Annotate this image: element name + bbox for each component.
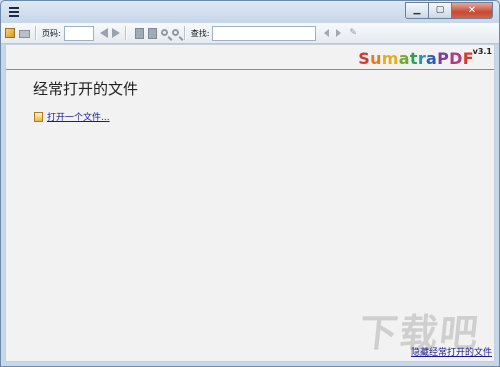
logo-letter: m xyxy=(381,49,399,68)
toolbar: 页码: 查找: ✎ xyxy=(1,23,499,44)
zoom-out-icon[interactable] xyxy=(160,28,168,36)
sumatrapdf-logo: SumatraPDF xyxy=(358,49,474,68)
start-page: SumatraPDF v3.1 经常打开的文件 打开一个文件... 下载吧 隐藏… xyxy=(5,44,495,362)
open-file-link[interactable]: 打开一个文件... xyxy=(34,110,110,123)
open-file-label: 打开一个文件... xyxy=(47,113,110,123)
find-prev-icon[interactable] xyxy=(324,29,330,37)
version-label: v3.1 xyxy=(472,47,492,56)
logo-letter: a xyxy=(398,49,410,68)
prev-page-icon[interactable] xyxy=(99,28,108,38)
window-controls: ▁ ▢ ✕ xyxy=(405,2,493,19)
find-next-icon[interactable] xyxy=(336,29,342,37)
logo-letter: P xyxy=(437,49,450,68)
fit-page-icon[interactable] xyxy=(134,27,144,39)
title-bar: ▁ ▢ ✕ xyxy=(1,1,499,21)
logo-letter: D xyxy=(449,49,463,68)
document-icon xyxy=(34,111,43,122)
logo-letter: t xyxy=(409,49,418,68)
toolbar-separator xyxy=(124,26,127,40)
page-label: 页码: xyxy=(42,28,61,38)
logo-letter: a xyxy=(426,49,438,68)
page-number-input[interactable] xyxy=(63,25,94,41)
toolbar-separator xyxy=(183,26,186,40)
logo-letter: r xyxy=(417,49,427,68)
logo-bar: SumatraPDF v3.1 xyxy=(6,45,494,70)
hide-recent-link[interactable]: 隐藏经常打开的文件 xyxy=(411,345,492,358)
maximize-button[interactable]: ▢ xyxy=(428,2,452,19)
fit-width-icon[interactable] xyxy=(147,27,157,39)
find-label: 查找: xyxy=(190,28,210,38)
zoom-in-icon[interactable] xyxy=(171,28,179,36)
app-window: ▁ ▢ ✕ 页码: 查找: ✎ SumatraPDF v3.1 经常打开的文件 xyxy=(0,0,500,367)
match-case-icon[interactable]: ✎ xyxy=(349,28,357,38)
close-button[interactable]: ✕ xyxy=(451,2,493,19)
app-menu-icon[interactable] xyxy=(9,7,19,17)
toolbar-separator xyxy=(35,26,37,40)
logo-letter: S xyxy=(358,49,371,68)
logo-letter: u xyxy=(370,49,382,68)
print-icon[interactable] xyxy=(19,30,30,38)
open-icon[interactable] xyxy=(5,28,15,38)
next-page-icon[interactable] xyxy=(111,28,120,38)
page-title: 经常打开的文件 xyxy=(33,80,139,98)
minimize-button[interactable]: ▁ xyxy=(405,2,429,19)
find-input[interactable] xyxy=(212,25,317,41)
